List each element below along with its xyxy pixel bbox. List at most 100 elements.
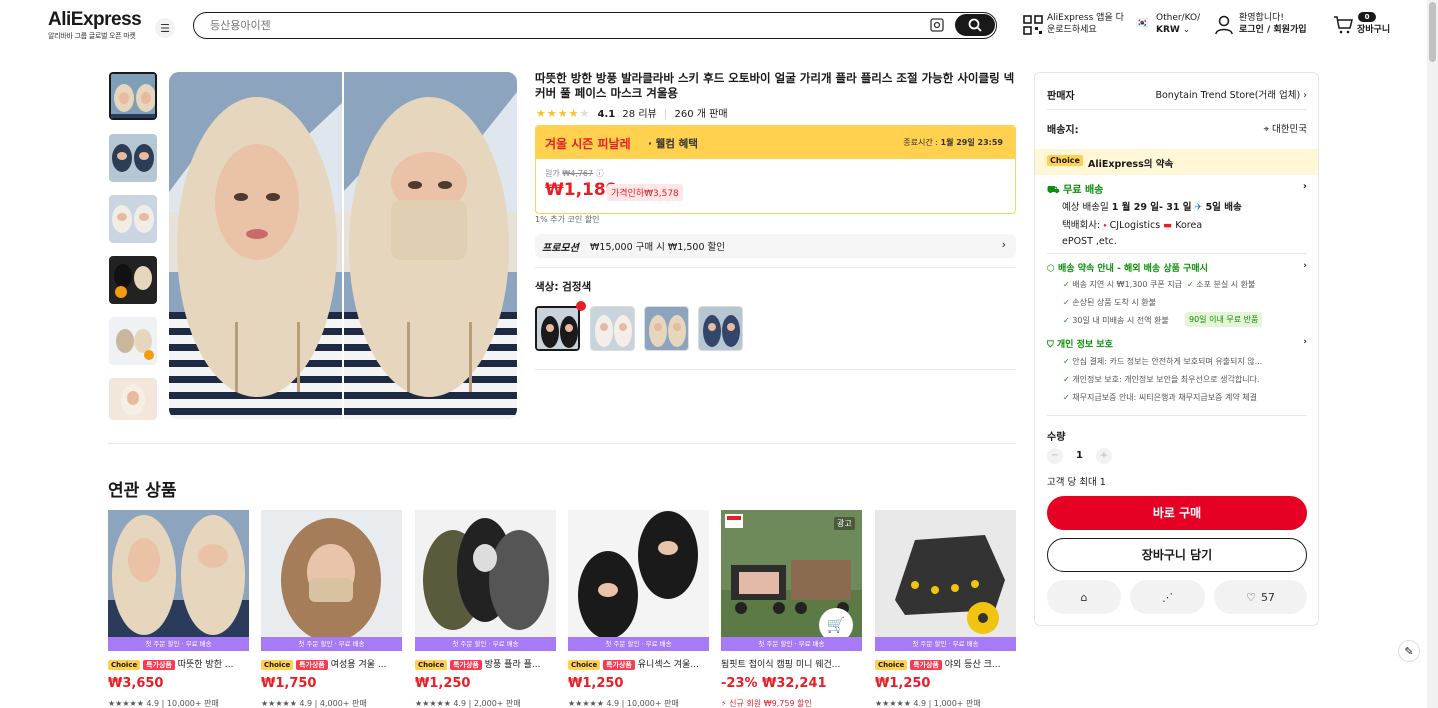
korea-flag-icon: 🇰🇷 [1136, 18, 1149, 29]
aliexpress-logo[interactable]: AliExpress [48, 9, 142, 31]
product-name: Choice 특가상품 유니섹스 겨울... [568, 657, 709, 670]
coin-discount-note: 1% 추가 코인 할인 [535, 215, 600, 224]
seller-name[interactable]: Bonytain Trend Store(거래 업체) › [1155, 87, 1307, 101]
sale-end-time: 종료시간 : 1월 29일 23:59 [903, 138, 1003, 147]
seller-row[interactable]: 판매자 Bonytain Trend Store(거래 업체) › [1047, 87, 1307, 102]
related-product-card[interactable]: 첫 주문 할인 · 무료 배송 Choice 특가상품 따뜻한 방한 ... ₩… [108, 510, 249, 708]
product-meta: ★★★★★ 4.9 | 1,000+ 판매 [875, 699, 981, 708]
product-name: Choice 특가상품 야외 등산 크... [875, 657, 1016, 670]
region-selector[interactable]: Other/KO/KRW ⌄ [1156, 12, 1200, 36]
free-return-tag: 90일 이내 무료 반품 [1185, 312, 1263, 327]
location-pin-icon: ⌖ [1263, 124, 1269, 135]
quantity-value[interactable]: 1 [1076, 450, 1083, 461]
plane-icon: ✈ [1194, 202, 1203, 213]
product-image[interactable] [568, 510, 709, 637]
quantity-decrease-button[interactable]: − [1047, 448, 1063, 464]
shipping-promise-row[interactable]: ⬡ 배송 약속 안내 - 해외 배송 상품 구매시 › [1047, 261, 1307, 274]
thumbnail-4[interactable] [109, 256, 157, 304]
divider [535, 369, 1016, 370]
thumbnail-6[interactable] [109, 378, 157, 420]
truck-icon: ⛟ [1047, 185, 1060, 196]
store-button[interactable]: ⌂ [1047, 580, 1121, 614]
hot-badge-icon [576, 301, 586, 311]
download-app-link[interactable]: AliExpress 앱을 다 운로드하세요 [1047, 12, 1124, 36]
color-label: 색상: 검정색 [535, 281, 592, 293]
divider [108, 443, 1016, 444]
quantity-increase-button[interactable]: + [1096, 448, 1112, 464]
share-button[interactable]: ⋰ [1130, 580, 1205, 614]
add-to-cart-button[interactable]: 장바구니 담기 [1047, 538, 1307, 572]
color-swatch-beige[interactable] [644, 306, 689, 351]
qr-code-icon[interactable] [1023, 15, 1043, 35]
related-products-title: 연관 상품 [108, 481, 177, 501]
thumbnail-1[interactable] [109, 72, 157, 120]
wishlist-button[interactable]: ♡ 57 [1214, 580, 1307, 614]
thumbnail-3[interactable] [109, 195, 157, 243]
cart-icon[interactable] [1333, 16, 1353, 34]
account-link[interactable]: 환영합니다! 로그인 / 회원가입 [1239, 12, 1307, 36]
logo-tagline: 알리바바 그룹 글로벌 오픈 마켓 [48, 32, 136, 40]
product-price: -23% ₩32,241 [721, 676, 827, 691]
related-product-card[interactable]: 첫 주문 할인 · 무료 배송 Choice 특가상품 방풍 플라 플... ₩… [415, 510, 556, 708]
ad-badge: 광고 [834, 517, 855, 530]
color-swatch-navy[interactable] [698, 306, 743, 351]
thumbnail-2[interactable] [109, 134, 157, 182]
product-price: ₩1,250 [875, 676, 931, 691]
share-icon: ⋰ [1162, 590, 1173, 604]
product-meta: ★★★★★ 4.9 | 10,000+ 판매 [568, 699, 679, 708]
edit-feedback-icon[interactable]: ✎ [1398, 640, 1420, 662]
related-product-card[interactable]: 첫 주문 할인 · 무료 배송 Choice 특가상품 야외 등산 크... ₩… [875, 510, 1016, 708]
search-input[interactable] [210, 17, 910, 33]
review-count[interactable]: 28 리뷰 [622, 109, 656, 120]
divider [535, 267, 1016, 268]
sale-banner: 겨울 시즌 피날레 · 웰컴 혜택 종료시간 : 1월 29일 23:59 원가… [535, 125, 1016, 214]
free-shipping-row[interactable]: ⛟ 무료 배송 › [1047, 181, 1307, 198]
search-button[interactable] [955, 14, 995, 36]
ship-country[interactable]: ⌖ 대한민국 [1264, 121, 1307, 135]
divider [1047, 109, 1307, 110]
heart-icon: ♡ [1246, 590, 1256, 604]
related-product-card[interactable]: 첫 주문 할인 · 무료 배송 Choice 특가상품 유니섹스 겨울... ₩… [568, 510, 709, 708]
shield-icon: ⛉ [1047, 340, 1054, 350]
promise-item: 30일 내 미배송 시 전액 환불 [1063, 315, 1169, 326]
promo-band: 첫 주문 할인 · 무료 배송 [261, 637, 402, 651]
image-search-icon[interactable] [929, 17, 945, 33]
privacy-item: 채무지급보증 안내: 씨티은행과 채무지급보증 계약 체결 [1063, 392, 1257, 403]
product-image[interactable] [108, 510, 249, 637]
max-per-customer: 고객 당 최대 1 [1047, 477, 1106, 488]
chevron-right-icon: › [1303, 337, 1307, 347]
product-name: Choice 특가상품 방풍 플라 플... [415, 657, 556, 670]
user-icon[interactable] [1215, 15, 1233, 35]
product-name: Choice 특가상품 따뜻한 방한 ... [108, 657, 249, 670]
sale-header: 겨울 시즌 피날레 · 웰컴 혜택 종료시간 : 1월 29일 23:59 [536, 126, 1015, 159]
top-header: AliExpress 알리바바 그룹 글로벌 오픈 마켓 ☰ AliExpres… [0, 0, 1438, 52]
rating-stars-icon: ★★★★★ [536, 107, 591, 120]
privacy-item: 개인정보 보호: 개인정보 보안을 최우선으로 생각합니다. [1063, 374, 1259, 385]
related-product-card[interactable]: 광고 🛒 첫 주문 할인 · 무료 배송 됨핏트 접이식 캠핑 미니 웨건...… [721, 510, 862, 708]
choice-tag: Choice [1047, 155, 1083, 166]
color-swatch-black[interactable] [535, 306, 580, 351]
product-title: 따뜻한 방한 방풍 발라클라바 스키 후드 오토바이 얼굴 가리개 플라 플리스… [535, 71, 1015, 100]
scrollbar-thumb[interactable] [1429, 2, 1436, 62]
page-scrollbar[interactable] [1427, 0, 1438, 708]
promise-item: 배송 지연 시 ₩1,300 쿠폰 지급 [1063, 279, 1182, 290]
related-product-card[interactable]: 첫 주문 할인 · 무료 배송 Choice 특가상품 여성용 겨울 ... ₩… [261, 510, 402, 708]
product-meta: ★★★★★ 4.9 | 10,000+ 판매 [108, 699, 219, 708]
shipping-destination-row[interactable]: 배송지: ⌖ 대한민국 [1047, 121, 1307, 136]
thumbnail-5[interactable] [109, 317, 157, 365]
main-product-image[interactable] [169, 72, 517, 419]
cart-label[interactable]: 장바구니 [1357, 24, 1390, 36]
color-swatch-white[interactable] [590, 306, 635, 351]
seller-label: 판매자 [1047, 91, 1075, 102]
sale-title: 겨울 시즌 피날레 [545, 137, 631, 151]
promotion-row[interactable]: 프로모션 ₩15,000 구매 시 ₩1,500 할인 › [535, 234, 1016, 258]
rating-row[interactable]: ★★★★★ 4.1 28 리뷰 | 260 개 판매 [536, 105, 728, 120]
product-image[interactable] [875, 510, 1016, 637]
product-image[interactable] [261, 510, 402, 637]
product-image[interactable] [415, 510, 556, 637]
privacy-item: 안심 결제: 카드 정보는 안전하게 보호되며 유출되지 않... [1063, 356, 1262, 367]
buy-now-button[interactable]: 바로 구매 [1047, 496, 1307, 530]
info-icon[interactable]: ⓘ [596, 169, 604, 178]
privacy-row[interactable]: ⛉ 개인 정보 보호 › [1047, 337, 1307, 350]
menu-icon[interactable]: ☰ [155, 18, 175, 38]
